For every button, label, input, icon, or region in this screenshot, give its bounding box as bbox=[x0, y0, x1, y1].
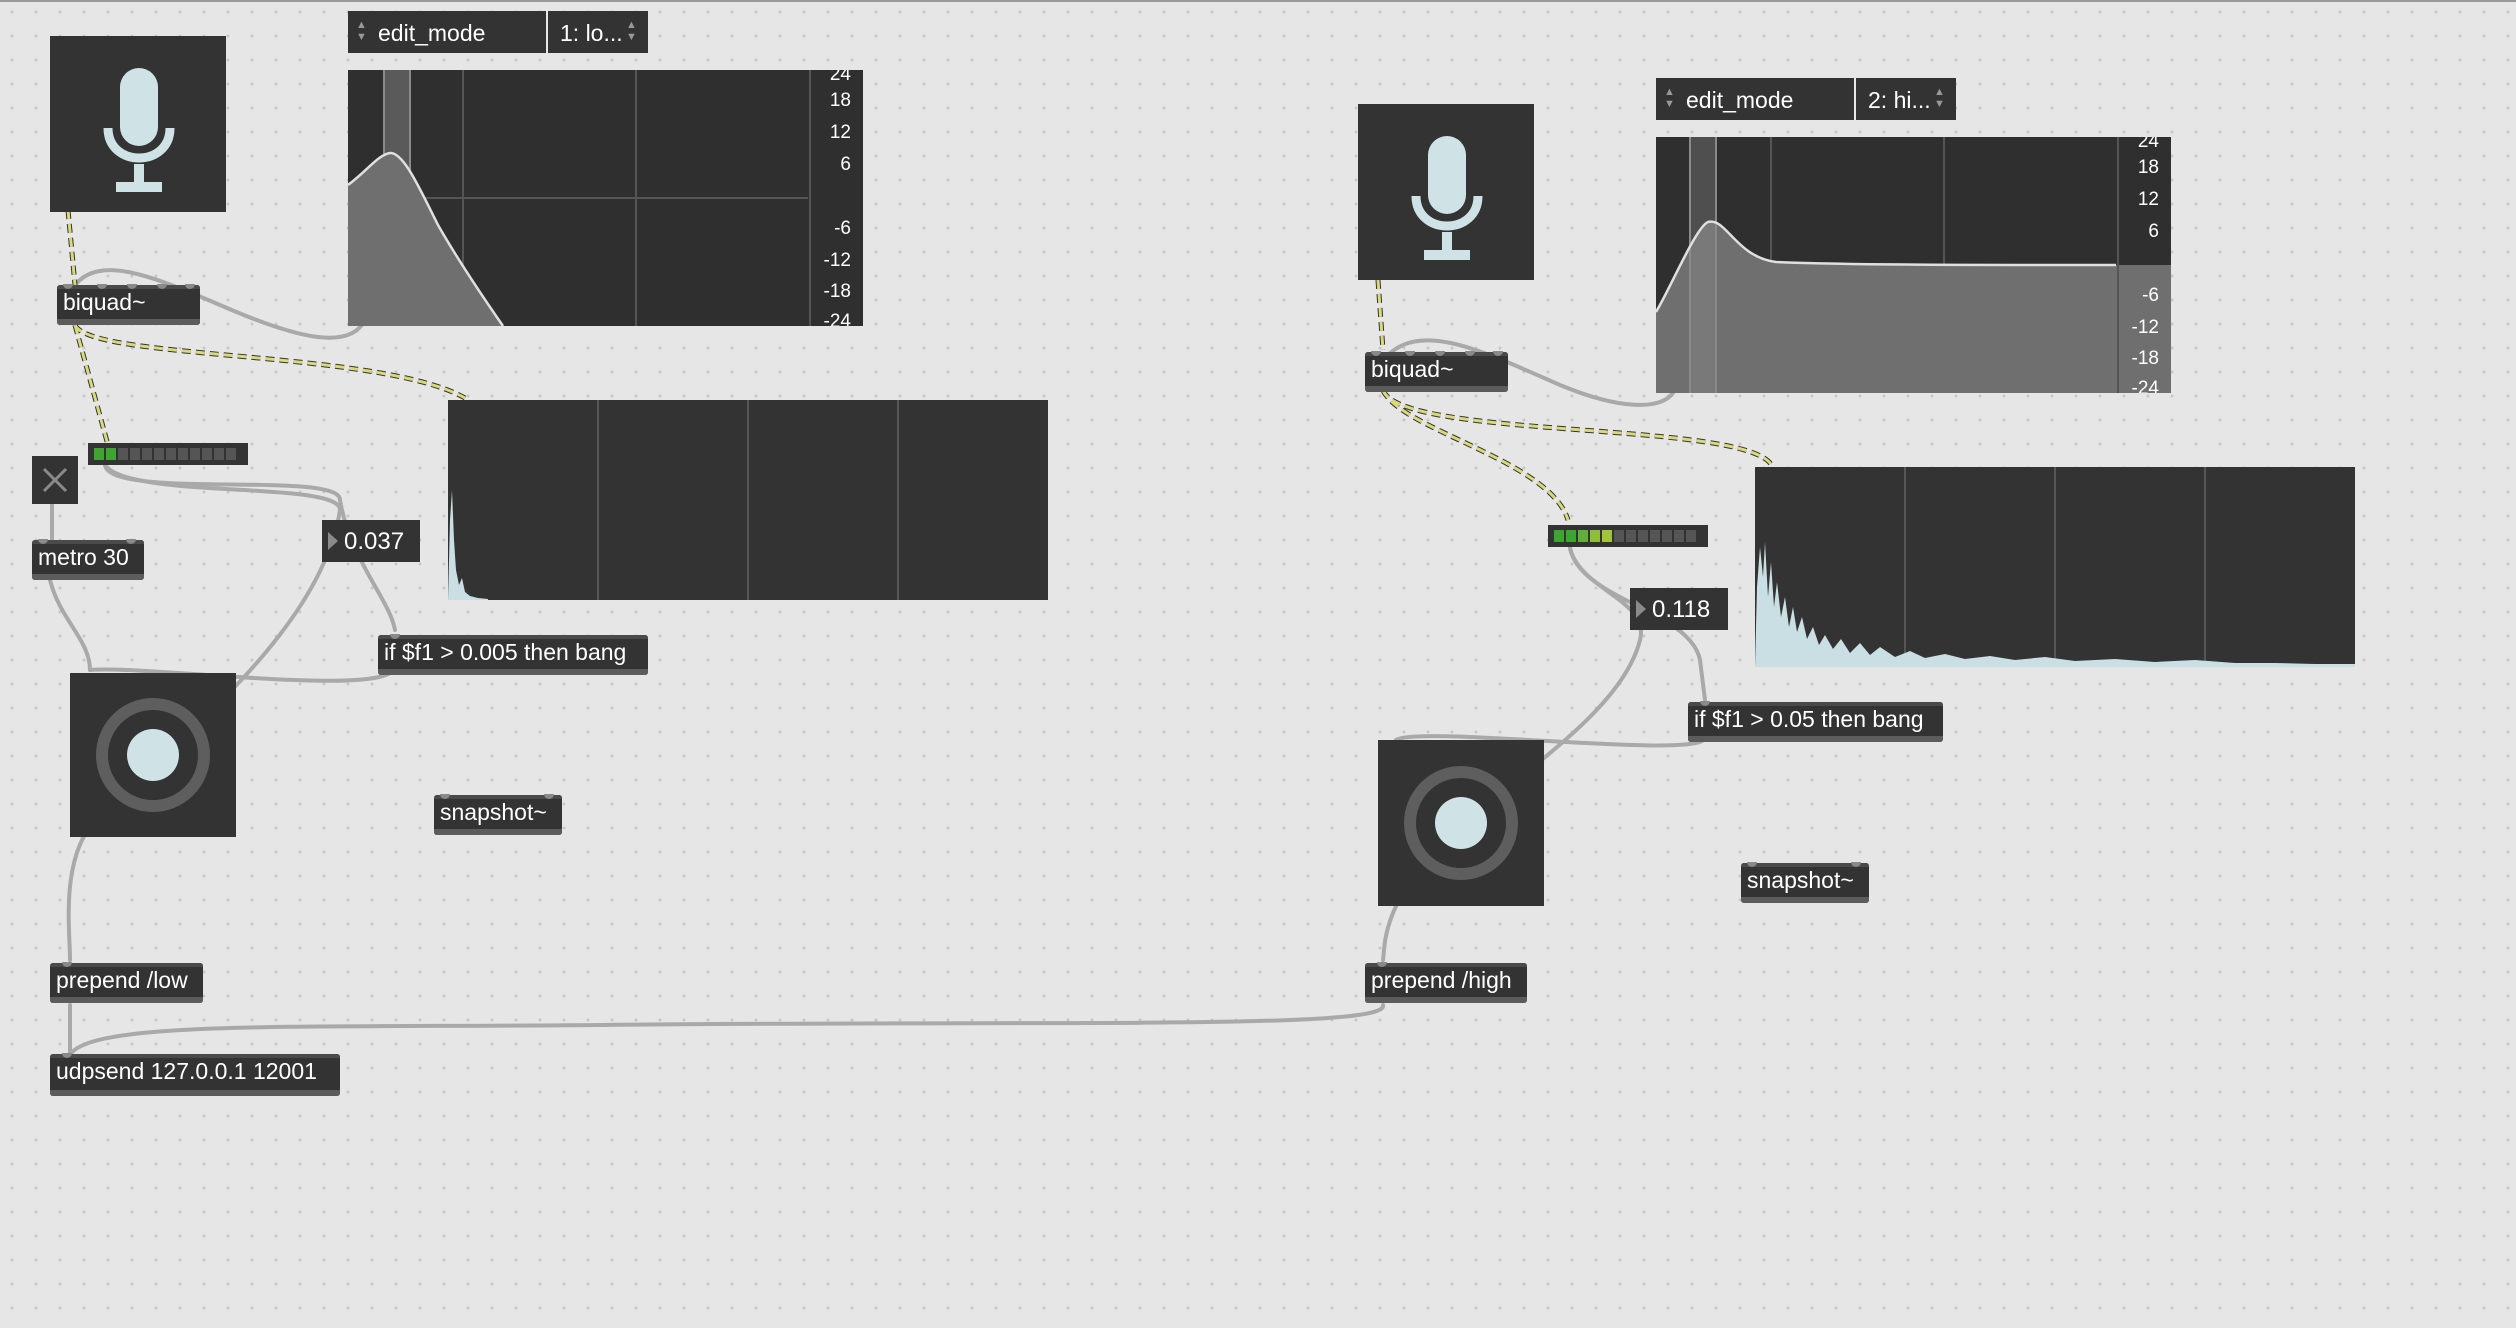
object-text: prepend /high bbox=[1371, 967, 1512, 993]
db-label: -24 bbox=[823, 311, 851, 326]
snapshot-object-right[interactable]: snapshot~ bbox=[1741, 862, 1869, 903]
level-meter-left bbox=[88, 443, 248, 465]
play-triangle-icon bbox=[1636, 600, 1646, 618]
db-label: 24 bbox=[2137, 137, 2159, 152]
object-text: biquad~ bbox=[63, 289, 146, 315]
adc-mic-left[interactable] bbox=[50, 36, 226, 212]
play-triangle-icon bbox=[328, 532, 338, 550]
object-text: snapshot~ bbox=[1747, 867, 1854, 893]
microphone-icon bbox=[1411, 136, 1483, 260]
bang-circle-icon bbox=[96, 698, 210, 812]
signal-biquad-to-spectrum bbox=[72, 323, 467, 401]
object-text: biquad~ bbox=[1371, 356, 1454, 382]
object-text: prepend /low bbox=[56, 967, 188, 993]
if-object-right[interactable]: if $f1 > 0.05 then bang bbox=[1688, 701, 1943, 742]
spectroscope-left[interactable] bbox=[448, 400, 1048, 600]
bang-circle-icon bbox=[1404, 766, 1518, 880]
db-label: 12 bbox=[2137, 189, 2159, 210]
prepend-low-object[interactable]: prepend /low bbox=[50, 962, 203, 1003]
db-label: -18 bbox=[823, 281, 851, 302]
db-label: 6 bbox=[2148, 221, 2159, 242]
object-text: if $f1 > 0.05 then bang bbox=[1694, 706, 1924, 732]
db-label: 24 bbox=[829, 70, 851, 85]
spectrum-plot bbox=[1755, 467, 2355, 667]
biquad-object-left[interactable]: biquad~ bbox=[57, 284, 200, 325]
bang-button-right[interactable] bbox=[1378, 740, 1544, 906]
db-label: -12 bbox=[823, 250, 851, 271]
number-value: 0.118 bbox=[1652, 596, 1711, 623]
object-text: if $f1 > 0.005 then bang bbox=[384, 639, 627, 665]
mode-value: 2: hi... bbox=[1868, 87, 1931, 113]
number-value: 0.037 bbox=[344, 528, 405, 555]
adc-mic-right[interactable] bbox=[1358, 104, 1534, 280]
meter-segments bbox=[1554, 530, 1696, 542]
filter-mode-menu-left[interactable]: 1: lo... ▲ ▼ bbox=[548, 11, 648, 53]
db-label: -18 bbox=[2131, 348, 2159, 369]
level-meter-right bbox=[1548, 525, 1708, 547]
filtergraph-left[interactable]: 24 18 12 6 -6 -12 -18 -24 bbox=[348, 70, 863, 326]
cord-metro-to-button bbox=[48, 578, 92, 672]
db-label: 12 bbox=[829, 122, 851, 143]
microphone-icon bbox=[103, 68, 175, 192]
filter-mode-menu-right[interactable]: 2: hi... ▲ ▼ bbox=[1856, 78, 1956, 120]
db-label: 18 bbox=[2137, 157, 2159, 178]
db-label: 18 bbox=[829, 90, 851, 111]
filter-curve bbox=[1656, 137, 2171, 393]
biquad-object-right[interactable]: biquad~ bbox=[1365, 351, 1508, 392]
object-text: snapshot~ bbox=[440, 799, 547, 825]
filter-curve bbox=[348, 70, 811, 326]
signal-biquad-to-spectrum-r bbox=[1380, 388, 1775, 468]
updown-arrows-icon: ▲ ▼ bbox=[1664, 86, 1675, 110]
db-label: -12 bbox=[2131, 317, 2159, 338]
filtergraph-right[interactable]: 24 18 12 6 -6 -12 -18 -24 bbox=[1656, 137, 2171, 393]
prepend-high-object[interactable]: prepend /high bbox=[1365, 962, 1527, 1003]
number-box-left[interactable]: 0.037 bbox=[322, 520, 420, 562]
db-label: -6 bbox=[834, 218, 851, 239]
snapshot-object-left[interactable]: snapshot~ bbox=[434, 794, 562, 835]
updown-arrows-icon: ▲ ▼ bbox=[1934, 86, 1945, 110]
spectrum-plot bbox=[448, 400, 899, 600]
param-label: edit_mode bbox=[378, 20, 486, 46]
mode-value: 1: lo... bbox=[560, 20, 623, 46]
meter-segments bbox=[94, 448, 236, 460]
bang-button-left[interactable] bbox=[70, 673, 236, 837]
if-object-left[interactable]: if $f1 > 0.005 then bang bbox=[378, 634, 648, 675]
metro-object[interactable]: metro 30 bbox=[32, 539, 144, 580]
spectroscope-right[interactable] bbox=[1755, 467, 2355, 667]
object-text: udpsend 127.0.0.1 12001 bbox=[56, 1058, 317, 1084]
toggle-left[interactable] bbox=[32, 456, 78, 504]
x-icon bbox=[42, 467, 68, 493]
object-text: metro 30 bbox=[38, 544, 129, 570]
filter-param-menu-left[interactable]: ▲ ▼ edit_mode bbox=[348, 11, 546, 53]
db-label: 6 bbox=[840, 154, 851, 175]
updown-arrows-icon: ▲ ▼ bbox=[356, 19, 367, 43]
udpsend-object[interactable]: udpsend 127.0.0.1 12001 bbox=[50, 1053, 340, 1096]
filter-param-menu-right[interactable]: ▲ ▼ edit_mode bbox=[1656, 78, 1854, 120]
number-box-right[interactable]: 0.118 bbox=[1630, 588, 1728, 630]
db-label: -6 bbox=[2142, 285, 2159, 306]
updown-arrows-icon: ▲ ▼ bbox=[626, 19, 637, 43]
db-label: -24 bbox=[2131, 378, 2159, 393]
cord-prepend-high-to-udpsend bbox=[68, 1003, 1385, 1057]
param-label: edit_mode bbox=[1686, 87, 1794, 113]
